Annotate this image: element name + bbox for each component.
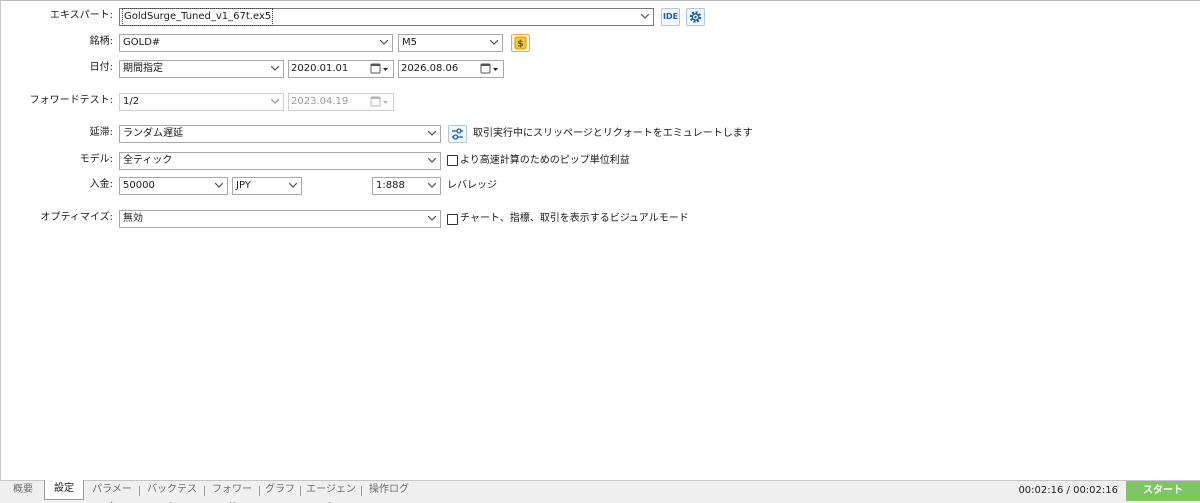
- pip-profit-checkbox[interactable]: [447, 155, 458, 166]
- timeframe-value: M5: [402, 37, 417, 48]
- date-to-picker[interactable]: 2026.08.06: [398, 60, 504, 78]
- chevron-down-icon[interactable]: [424, 178, 440, 194]
- optimize-select[interactable]: 無効: [119, 210, 441, 228]
- svg-text:$: $: [517, 40, 523, 50]
- date-to-value: 2026.08.06: [401, 63, 459, 74]
- visual-mode-label: チャート、指標、取引を表示するビジュアルモード: [460, 213, 689, 224]
- leverage-value: 1:888: [376, 180, 405, 191]
- optimize-value: 無効: [123, 213, 143, 224]
- window-top-border: [0, 0, 1200, 2]
- calendar-icon[interactable]: [369, 61, 393, 77]
- tab-separator: [259, 486, 260, 496]
- forward-date-value: 2023.04.19: [291, 96, 349, 107]
- delay-note: 取引実行中にスリッページとリクォートをエミュレートします: [473, 128, 753, 139]
- currency-select[interactable]: JPY: [232, 177, 302, 195]
- tab-graph[interactable]: グラフ: [264, 481, 296, 501]
- delay-label: 延滞:: [89, 127, 113, 138]
- tab-journal[interactable]: 操作ログ: [366, 481, 412, 501]
- start-button[interactable]: スタート: [1126, 481, 1200, 501]
- settings-button[interactable]: [686, 8, 705, 26]
- chevron-down-icon[interactable]: [486, 35, 502, 51]
- forward-value: 1/2: [123, 96, 140, 107]
- timeframe-select[interactable]: M5: [398, 34, 503, 52]
- window-left-border: [0, 0, 1, 480]
- chevron-down-icon[interactable]: [267, 94, 283, 110]
- date-from-value: 2020.01.01: [291, 63, 349, 74]
- chevron-down-icon[interactable]: [424, 126, 440, 142]
- pip-profit-label: より高速計算のためのピップ単位利益: [460, 155, 630, 166]
- visual-mode-checkbox[interactable]: [447, 214, 458, 225]
- tab-separator: [139, 486, 140, 496]
- chevron-down-icon[interactable]: [285, 178, 301, 194]
- leverage-select[interactable]: 1:888: [372, 177, 441, 195]
- ide-button[interactable]: IDE: [661, 8, 680, 26]
- leverage-label: レバレッジ: [447, 180, 497, 191]
- tab-separator: [361, 486, 362, 496]
- tab-settings[interactable]: 設定: [44, 480, 84, 500]
- symbol-value: GOLD#: [123, 37, 161, 48]
- tab-separator: [300, 486, 301, 496]
- coin-icon: $: [514, 36, 527, 50]
- bottom-tab-bar: 概要 設定 パラメータ バックテスト フォワード グラフ エージェント 操作ログ…: [0, 480, 1200, 503]
- optimize-label: オプティマイズ:: [40, 212, 113, 223]
- forward-select[interactable]: 1/2: [119, 93, 284, 111]
- delay-settings-button[interactable]: [448, 125, 467, 143]
- symbol-spec-button[interactable]: $: [511, 34, 530, 52]
- gear-icon: [689, 11, 702, 23]
- expert-label: エキスパート:: [49, 10, 113, 21]
- model-select[interactable]: 全ティック: [119, 152, 441, 170]
- forward-date-picker[interactable]: 2023.04.19: [288, 93, 394, 111]
- symbol-label: 銘柄:: [89, 36, 113, 47]
- chevron-down-icon[interactable]: [424, 153, 440, 169]
- currency-value: JPY: [236, 180, 251, 191]
- expert-select[interactable]: GoldSurge_Tuned_v1_67t.ex5: [119, 8, 654, 26]
- ide-icon: IDE: [662, 12, 679, 21]
- tab-forward[interactable]: フォワード: [209, 481, 255, 503]
- forward-label: フォワードテスト:: [29, 95, 113, 106]
- tab-overview[interactable]: 概要: [6, 481, 40, 501]
- date-label: 日付:: [89, 62, 113, 73]
- chevron-down-icon[interactable]: [267, 61, 283, 77]
- model-label: モデル:: [79, 154, 113, 165]
- tab-separator: [204, 486, 205, 496]
- date-mode-value: 期間指定: [123, 63, 163, 74]
- tab-agents[interactable]: エージェント: [305, 481, 357, 503]
- elapsed-time: 00:02:16 / 00:02:16: [1018, 485, 1118, 496]
- delay-select[interactable]: ランダム遅延: [119, 125, 441, 143]
- deposit-amount-select[interactable]: 50000: [119, 177, 228, 195]
- date-from-picker[interactable]: 2020.01.01: [288, 60, 394, 78]
- sliders-icon: [452, 128, 463, 140]
- tab-parameters[interactable]: パラメータ: [88, 481, 136, 503]
- expert-value: GoldSurge_Tuned_v1_67t.ex5: [121, 8, 274, 26]
- symbol-select[interactable]: GOLD#: [119, 34, 393, 52]
- chevron-down-icon[interactable]: [637, 9, 653, 25]
- deposit-label: 入金:: [89, 179, 113, 190]
- calendar-icon[interactable]: [479, 61, 503, 77]
- tab-backtest[interactable]: バックテスト: [144, 481, 200, 503]
- deposit-amount-value: 50000: [123, 180, 155, 191]
- chevron-down-icon[interactable]: [211, 178, 227, 194]
- chevron-down-icon[interactable]: [376, 35, 392, 51]
- date-mode-select[interactable]: 期間指定: [119, 60, 284, 78]
- chevron-down-icon[interactable]: [424, 211, 440, 227]
- model-value: 全ティック: [123, 155, 173, 166]
- delay-value: ランダム遅延: [123, 128, 183, 139]
- calendar-icon[interactable]: [369, 94, 393, 110]
